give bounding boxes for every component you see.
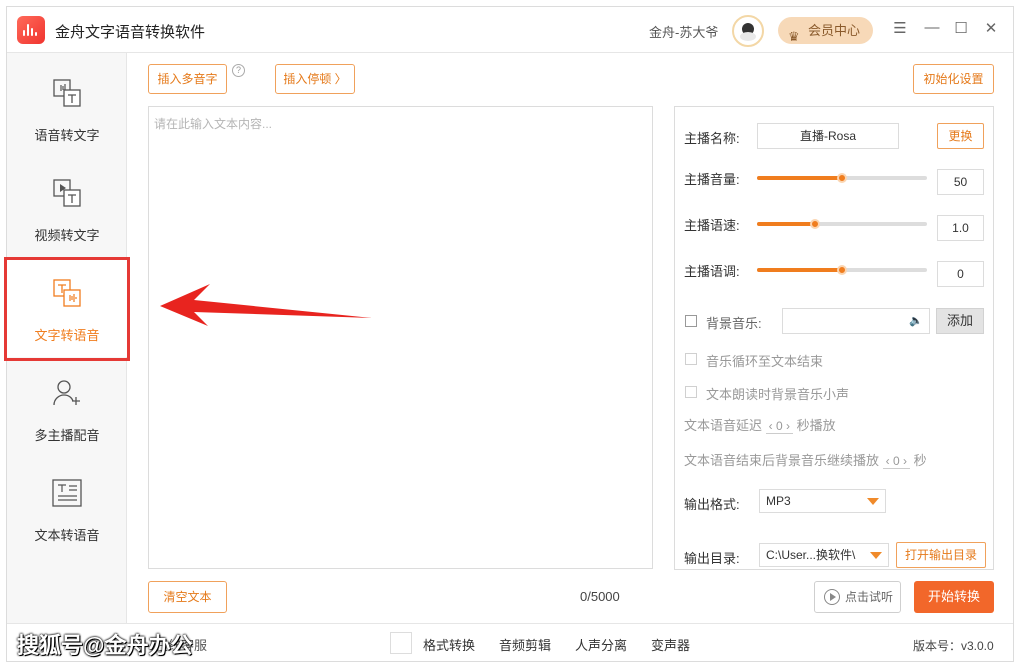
dir-value: C:\User...换软件\: [766, 548, 856, 562]
minimize-icon[interactable]: —: [922, 19, 942, 36]
slider-fill: [757, 268, 842, 272]
highlight-box: [4, 257, 130, 361]
audio-to-text-icon: [53, 79, 81, 107]
slider-fill: [757, 222, 815, 226]
delay-row: 文本语音延迟 ‹ 0 › 秒播放: [684, 415, 836, 434]
slider-handle[interactable]: [837, 173, 847, 183]
bgm-checkbox[interactable]: [685, 315, 697, 327]
arrow-shape: [160, 284, 372, 326]
help-icon[interactable]: ?: [232, 64, 245, 77]
open-output-dir-button[interactable]: 打开输出目录: [896, 542, 986, 568]
watermark-text: 搜狐号@金舟办公: [17, 633, 193, 658]
delay-value: 0: [775, 419, 783, 433]
sidebar-item-label: 语音转文字: [34, 128, 100, 143]
preview-label: 点击试听: [845, 590, 894, 604]
dir-label: 输出目录:: [684, 551, 740, 566]
slider-handle[interactable]: [837, 265, 847, 275]
start-convert-button[interactable]: 开始转换: [914, 581, 994, 613]
footer-link-audio-edit[interactable]: 音频剪辑: [499, 635, 551, 654]
continue-suffix: 秒: [913, 453, 927, 468]
delay-field[interactable]: ‹ 0 ›: [765, 419, 794, 434]
sidebar-item-document-to-speech[interactable]: 文本转语音: [7, 457, 127, 557]
maximize-icon[interactable]: ☐: [951, 19, 971, 37]
format-convert-icon: [390, 632, 412, 654]
menu-icon[interactable]: ☰: [890, 19, 910, 37]
output-dir-select[interactable]: C:\User...换软件\: [759, 543, 889, 567]
document-to-speech-icon: [52, 479, 82, 507]
char-count: 0/5000: [580, 589, 620, 604]
format-value: MP3: [766, 494, 791, 508]
insert-pause-button[interactable]: 插入停顿 〉: [275, 64, 355, 94]
init-settings-button[interactable]: 初始化设置: [913, 64, 994, 94]
user-name[interactable]: 金舟-苏大爷: [649, 22, 718, 41]
bgm-label: 背景音乐:: [706, 316, 762, 331]
bgm-file-field[interactable]: 🔈: [782, 308, 930, 334]
title-bar: 金舟文字语音转换软件 金舟-苏大爷 ♛ 会员中心 ☰ — ☐ ✕: [7, 7, 1013, 53]
speed-slider[interactable]: [757, 219, 927, 229]
add-bgm-button[interactable]: 添加: [936, 308, 984, 334]
app-title: 金舟文字语音转换软件: [55, 24, 206, 41]
video-to-text-icon: [53, 179, 81, 207]
footer-bar: 在线客服 格式转换 音频剪辑 人声分离 变声器 版本号：v3.0.0 搜狐号@金…: [7, 623, 1013, 661]
text-input-placeholder: 请在此输入文本内容...: [154, 117, 273, 131]
footer-link-vocal-split[interactable]: 人声分离: [575, 635, 627, 654]
loop-label: 音乐循环至文本结束: [706, 354, 824, 369]
sidebar-item-audio-to-text[interactable]: 语音转文字: [7, 57, 127, 157]
loop-checkbox[interactable]: [685, 353, 697, 365]
avatar[interactable]: [732, 15, 764, 47]
red-arrow-annotation: [160, 284, 372, 326]
preview-button[interactable]: 点击试听: [814, 581, 901, 613]
quiet-checkbox[interactable]: [685, 386, 697, 398]
version-label: 版本号：v3.0.0: [913, 639, 994, 653]
speed-value[interactable]: 1.0: [937, 215, 984, 241]
anchor-label: 主播名称:: [684, 131, 740, 146]
slider-fill: [757, 176, 842, 180]
footer-link-voice-changer[interactable]: 变声器: [651, 635, 690, 654]
vip-center-button[interactable]: ♛ 会员中心: [778, 17, 873, 44]
continue-field[interactable]: ‹ 0 ›: [882, 454, 911, 469]
volume-label: 主播音量:: [684, 172, 740, 187]
chevron-down-icon: [870, 552, 882, 559]
volume-slider[interactable]: [757, 173, 927, 183]
delay-suffix: 秒播放: [796, 418, 836, 433]
vip-label: 会员中心: [808, 23, 861, 38]
change-anchor-button[interactable]: 更换: [937, 123, 984, 149]
sidebar-item-label: 视频转文字: [34, 228, 100, 243]
format-label: 输出格式:: [684, 497, 740, 512]
delay-prefix: 文本语音延迟: [684, 418, 763, 433]
settings-panel: 主播名称: 直播-Rosa 更换 主播音量: 50 主播语速: 1.0 主播语调…: [674, 106, 994, 570]
pitch-slider[interactable]: [757, 265, 927, 275]
close-icon[interactable]: ✕: [981, 19, 1001, 37]
sidebar-item-label: 多主播配音: [34, 428, 100, 443]
insert-polyphone-button[interactable]: 插入多音字: [148, 64, 227, 94]
play-icon: [824, 589, 840, 605]
anchor-name-field: 直播-Rosa: [757, 123, 899, 149]
footer-link-format[interactable]: 格式转换: [423, 635, 475, 654]
crown-icon: ♛: [788, 29, 800, 44]
slider-handle[interactable]: [810, 219, 820, 229]
pitch-value[interactable]: 0: [937, 261, 984, 287]
speaker-icon: 🔈: [909, 315, 923, 327]
format-select[interactable]: MP3: [759, 489, 886, 513]
clear-text-button[interactable]: 清空文本: [148, 581, 227, 613]
continue-row: 文本语音结束后背景音乐继续播放 ‹ 0 › 秒: [684, 450, 927, 469]
sidebar: 语音转文字 视频转文字 文字转语音 多主播配音 文本转语音: [4, 53, 130, 623]
quiet-label: 文本朗读时背景音乐小声: [706, 387, 850, 402]
app-logo-icon: [17, 16, 45, 44]
continue-value: 0: [892, 454, 900, 468]
sidebar-item-video-to-text[interactable]: 视频转文字: [7, 157, 127, 257]
continue-prefix: 文本语音结束后背景音乐继续播放: [684, 453, 880, 468]
sidebar-item-multi-anchor[interactable]: 多主播配音: [7, 357, 127, 457]
volume-value[interactable]: 50: [937, 169, 984, 195]
sidebar-item-label: 文本转语音: [34, 528, 100, 543]
speed-label: 主播语速:: [684, 218, 740, 233]
chevron-down-icon: [867, 498, 879, 505]
pitch-label: 主播语调:: [684, 264, 740, 279]
multi-anchor-icon: [53, 380, 80, 406]
